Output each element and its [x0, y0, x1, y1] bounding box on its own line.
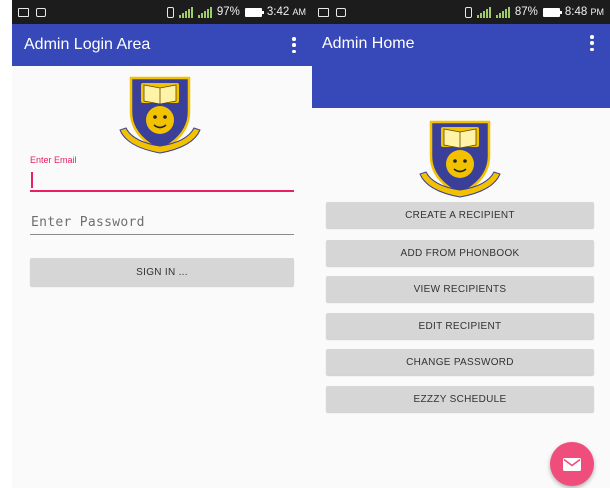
- compose-mail-fab[interactable]: [550, 442, 594, 486]
- battery-percent: 87%: [514, 6, 538, 18]
- create-recipient-button[interactable]: CREATE A RECIPIENT: [326, 202, 594, 228]
- signal-icon: [495, 6, 510, 18]
- admin-home-screen: 87% 8:48 PM Admin Home CREATE A RECIPIEN…: [312, 0, 610, 488]
- battery-percent: 97%: [216, 6, 240, 18]
- gallery-notification-icon: [318, 7, 329, 17]
- app-bar: Admin Home: [312, 24, 610, 108]
- password-field[interactable]: [30, 211, 294, 235]
- vibrate-icon: [464, 6, 472, 18]
- university-crest-icon: [417, 118, 503, 198]
- email-field[interactable]: [30, 168, 294, 192]
- clock: 8:48 PM: [564, 6, 604, 18]
- overflow-menu-icon[interactable]: [290, 37, 298, 53]
- overflow-menu-icon[interactable]: [588, 35, 596, 51]
- edit-recipient-button[interactable]: EDIT RECIPIENT: [326, 313, 594, 339]
- signal-icon: [178, 6, 193, 18]
- status-bar: 97% 3:42 AM: [12, 0, 312, 24]
- ezzzy-schedule-button[interactable]: EZZZY SCHEDULE: [326, 386, 594, 412]
- add-from-phonebook-button[interactable]: ADD FROM PHONBOOK: [326, 240, 594, 266]
- page-title: Admin Home: [322, 35, 415, 52]
- message-notification-icon: [336, 7, 346, 17]
- gallery-notification-icon: [18, 7, 29, 17]
- battery-icon: [542, 7, 562, 17]
- battery-icon: [244, 7, 264, 17]
- app-bar: Admin Login Area: [12, 24, 312, 66]
- page-title: Admin Login Area: [24, 36, 151, 53]
- message-notification-icon: [36, 7, 46, 17]
- vibrate-icon: [166, 6, 174, 18]
- email-field-label: Enter Email: [30, 155, 77, 165]
- signal-icon: [197, 6, 212, 18]
- text-cursor: [31, 172, 33, 188]
- clock: 3:42 AM: [266, 6, 306, 18]
- signal-icon: [476, 6, 491, 18]
- status-bar: 87% 8:48 PM: [312, 0, 610, 24]
- university-crest-icon: [117, 74, 203, 154]
- login-screen: 97% 3:42 AM Admin Login Area Enter Email…: [12, 0, 312, 488]
- view-recipients-button[interactable]: VIEW RECIPIENTS: [326, 276, 594, 302]
- mail-icon: [563, 457, 581, 471]
- change-password-button[interactable]: CHANGE PASSWORD: [326, 349, 594, 375]
- sign-in-button[interactable]: SIGN IN ...: [30, 258, 294, 286]
